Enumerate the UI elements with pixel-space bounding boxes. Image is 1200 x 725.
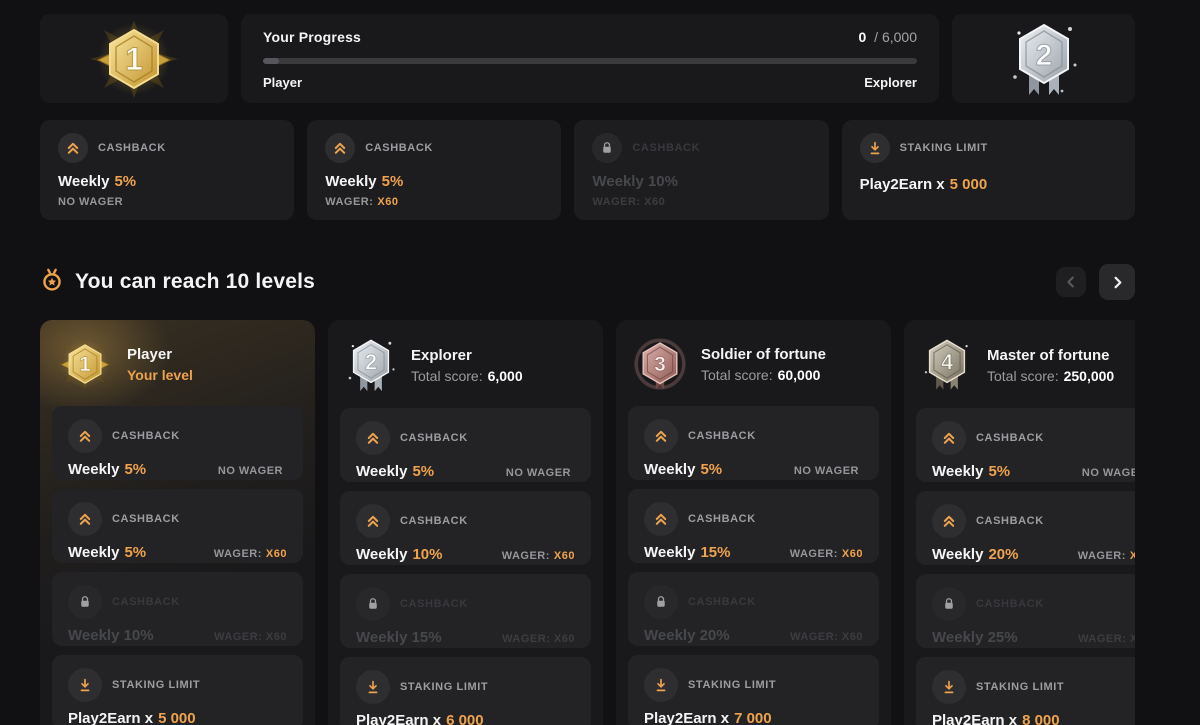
lock-icon: [644, 585, 678, 619]
level-benefit-cashback: CASHBACK Weekly20% WAGER:X60: [916, 491, 1135, 565]
carousel-next-button[interactable]: [1099, 264, 1135, 300]
level-column-explorer: 2 Explorer Total score:6,000 CASHBACK We…: [328, 320, 603, 725]
levels-heading: You can reach 10 levels: [75, 270, 315, 294]
perk-card-cashback-wager: CASHBACK Weekly5% WAGER:X60: [307, 120, 561, 220]
level-benefit-staking: STAKING LIMIT Play2Earn x6 000: [340, 657, 591, 725]
loyalty-page: 1 Your Progress 0 / 6,000 Player Explore…: [40, 14, 1135, 725]
perk-sub: WAGER: X60: [592, 196, 810, 208]
award-icon: [40, 267, 64, 298]
level-benefit-cashback-locked: CASHBACK Weekly 20% WAGER: X60: [628, 572, 879, 646]
progress-total: / 6,000: [874, 29, 917, 45]
level-benefit-cashback-locked: CASHBACK Weekly 10% WAGER: X60: [52, 572, 303, 646]
level-score: Total score:250,000: [987, 368, 1114, 384]
level-benefit-staking: STAKING LIMIT Play2Earn x7 000: [628, 655, 879, 725]
level-benefit-cashback-locked: CASHBACK Weekly 15% WAGER: X60: [340, 574, 591, 648]
levels-section-header: You can reach 10 levels: [40, 264, 1135, 300]
perk-main: Play2Earn x5 000: [860, 176, 1117, 193]
level-name: Master of fortune: [987, 347, 1114, 364]
level-2-badge-icon: 2: [344, 336, 398, 394]
perk-sub: NO WAGER: [58, 196, 276, 208]
level-benefit-cashback: CASHBACK Weekly10% WAGER:X60: [340, 491, 591, 565]
perk-main: Weekly5%: [325, 173, 543, 190]
progress-from-level: Player: [263, 75, 302, 90]
level-benefit-cashback: CASHBACK Weekly5% WAGER:X60: [52, 489, 303, 563]
staking-limit-icon: [68, 668, 102, 702]
level-benefit-cashback-locked: CASHBACK Weekly 25% WAGER: X60: [916, 574, 1135, 648]
cashback-icon: [356, 421, 390, 455]
current-perks-row: CASHBACK Weekly5% NO WAGER CASHBACK Week…: [40, 120, 1135, 220]
level-3-badge-icon: 3: [632, 336, 688, 392]
svg-text:3: 3: [654, 353, 666, 376]
perk-label: CASHBACK: [365, 142, 433, 154]
perk-label: CASHBACK: [632, 142, 700, 154]
progress-to-level: Explorer: [864, 75, 917, 90]
cashback-icon: [932, 421, 966, 455]
perk-card-cashback-locked: CASHBACK Weekly 10% WAGER: X60: [574, 120, 828, 220]
level-benefit-cashback: CASHBACK Weekly5% NO WAGER: [340, 408, 591, 482]
level-benefit-cashback: CASHBACK Weekly15% WAGER:X60: [628, 489, 879, 563]
svg-text:2: 2: [1035, 39, 1052, 72]
svg-text:4: 4: [941, 349, 953, 374]
progress-fill: [263, 58, 279, 64]
carousel-nav: [1056, 264, 1135, 300]
level-score: Total score:6,000: [411, 368, 523, 384]
staking-limit-icon: [356, 670, 390, 704]
perk-sub: WAGER:X60: [325, 196, 543, 208]
svg-text:2: 2: [365, 349, 377, 374]
levels-carousel[interactable]: 1 Player Your level CASHBACK Weekly5% NO…: [40, 320, 1135, 725]
svg-text:1: 1: [125, 41, 143, 77]
perk-label: STAKING LIMIT: [900, 142, 988, 154]
perk-main: Weekly5%: [58, 173, 276, 190]
level-score: Total score:60,000: [701, 367, 826, 383]
level-name: Player: [127, 346, 193, 363]
level-1-badge-icon: 1: [56, 336, 114, 392]
level-1-badge-icon: 1: [90, 20, 178, 98]
level-2-badge-icon: 2: [1007, 19, 1081, 99]
level-name: Soldier of fortune: [701, 346, 826, 363]
progress-panel: Your Progress 0 / 6,000 Player Explorer: [241, 14, 939, 103]
staking-limit-icon: [644, 668, 678, 702]
staking-limit-icon: [860, 133, 890, 163]
svg-text:1: 1: [79, 353, 91, 376]
carousel-prev-button[interactable]: [1056, 267, 1086, 297]
chevron-left-icon: [1064, 275, 1078, 289]
level-benefit-staking: STAKING LIMIT Play2Earn x5 000: [52, 655, 303, 725]
cashback-icon: [932, 504, 966, 538]
cashback-icon: [644, 419, 678, 453]
cashback-icon: [68, 502, 102, 536]
cashback-icon: [58, 133, 88, 163]
perk-card-cashback-nowager: CASHBACK Weekly5% NO WAGER: [40, 120, 294, 220]
progress-bar: [263, 58, 917, 64]
level-current-tag: Your level: [127, 367, 193, 383]
level-column-soldier-of-fortune: 3 Soldier of fortune Total score:60,000 …: [616, 320, 891, 725]
level-benefit-cashback: CASHBACK Weekly5% NO WAGER: [52, 406, 303, 480]
cashback-icon: [325, 133, 355, 163]
lock-icon: [932, 587, 966, 621]
cashback-icon: [356, 504, 390, 538]
current-level-badge-card: 1: [40, 14, 228, 103]
progress-score: 0 / 6,000: [858, 29, 917, 45]
lock-icon: [356, 587, 390, 621]
progress-strip: 1 Your Progress 0 / 6,000 Player Explore…: [40, 14, 1135, 103]
perk-main: Weekly 10%: [592, 173, 810, 190]
perk-label: CASHBACK: [98, 142, 166, 154]
staking-limit-icon: [932, 670, 966, 704]
level-4-badge-icon: 4: [920, 336, 974, 394]
level-benefit-staking: STAKING LIMIT Play2Earn x8 000: [916, 657, 1135, 725]
lock-icon: [68, 585, 102, 619]
cashback-icon: [68, 419, 102, 453]
level-column-player: 1 Player Your level CASHBACK Weekly5% NO…: [40, 320, 315, 725]
cashback-icon: [644, 502, 678, 536]
progress-title: Your Progress: [263, 29, 361, 45]
perk-card-staking-limit: STAKING LIMIT Play2Earn x5 000: [842, 120, 1135, 220]
carousel-track: 1 Player Your level CASHBACK Weekly5% NO…: [40, 320, 1135, 725]
level-column-master-of-fortune: 4 Master of fortune Total score:250,000 …: [904, 320, 1135, 725]
level-benefit-cashback: CASHBACK Weekly5% NO WAGER: [916, 408, 1135, 482]
level-name: Explorer: [411, 347, 523, 364]
chevron-right-icon: [1110, 275, 1125, 290]
next-level-badge-card: 2: [952, 14, 1135, 103]
lock-icon: [592, 133, 622, 163]
progress-current: 0: [858, 29, 866, 45]
level-benefit-cashback: CASHBACK Weekly5% NO WAGER: [628, 406, 879, 480]
